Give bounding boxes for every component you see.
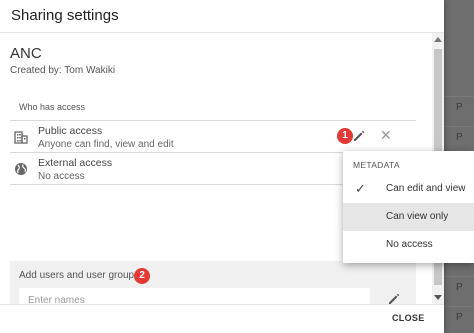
check-icon: ✓ xyxy=(355,181,366,196)
edit-pencil-icon[interactable] xyxy=(387,292,401,304)
external-access-subtitle: No access xyxy=(38,171,85,182)
background-row: P xyxy=(444,306,474,328)
scroll-down-arrow-icon[interactable] xyxy=(434,295,442,300)
public-access-title: Public access xyxy=(38,125,103,137)
edit-pencil-icon[interactable] xyxy=(352,129,366,143)
building-icon xyxy=(14,131,28,144)
globe-icon xyxy=(15,163,27,175)
enter-names-input[interactable] xyxy=(19,288,370,304)
who-has-access-label: Who has access xyxy=(19,102,86,112)
public-access-row[interactable]: Public access Anyone can find, view and … xyxy=(10,120,416,152)
menu-item-can-view-only[interactable]: Can view only xyxy=(343,203,474,231)
menu-item-no-access[interactable]: No access xyxy=(343,231,474,259)
menu-item-label: No access xyxy=(386,239,433,250)
access-level-menu: METADATA ✓ Can edit and view Can view on… xyxy=(343,151,474,263)
scroll-up-arrow-icon[interactable] xyxy=(434,37,442,42)
menu-header: METADATA xyxy=(353,160,400,170)
dialog-title: Sharing settings xyxy=(11,7,119,24)
menu-item-can-edit-and-view[interactable]: ✓ Can edit and view xyxy=(343,175,474,203)
menu-item-label: Can edit and view xyxy=(386,183,466,194)
public-access-subtitle: Anyone can find, view and edit xyxy=(38,139,174,150)
add-users-panel: Add users and user groups 2 xyxy=(10,261,416,304)
background-row: P xyxy=(444,96,474,118)
dialog-footer: CLOSE xyxy=(0,304,444,333)
close-button[interactable]: CLOSE xyxy=(392,313,425,323)
remove-access-icon[interactable]: ✕ xyxy=(380,127,392,144)
item-name: ANC xyxy=(10,45,42,62)
dialog-header: Sharing settings xyxy=(0,0,444,33)
external-access-title: External access xyxy=(38,157,113,169)
add-users-label: Add users and user groups xyxy=(19,270,140,281)
menu-item-label: Can view only xyxy=(386,211,449,222)
background-row: P xyxy=(444,126,474,148)
step-badge-2: 2 xyxy=(134,268,150,284)
background-row: P xyxy=(444,276,474,298)
step-badge-1: 1 xyxy=(337,128,353,144)
created-by: Created by: Tom Wakiki xyxy=(10,65,116,76)
